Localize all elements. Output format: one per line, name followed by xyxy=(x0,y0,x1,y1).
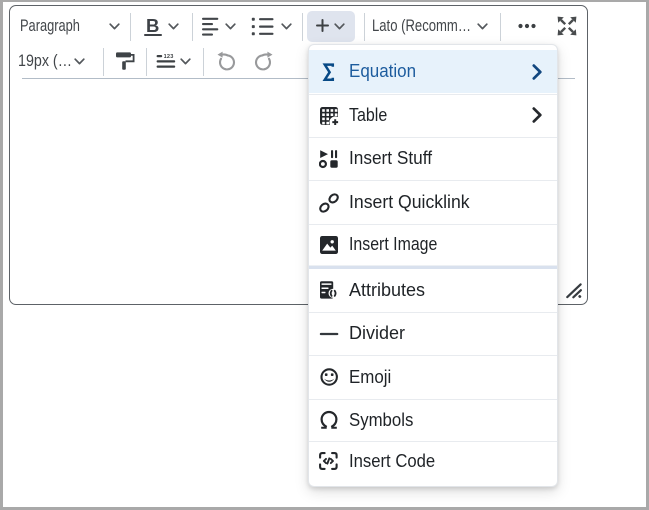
svg-text:123: 123 xyxy=(164,53,174,59)
